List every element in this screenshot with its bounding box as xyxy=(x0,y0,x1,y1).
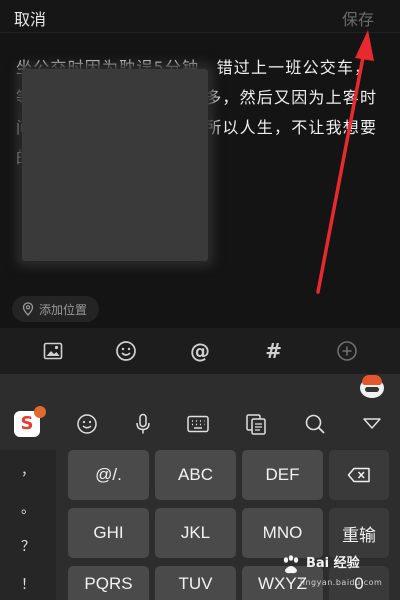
key-pqrs[interactable]: PQRS xyxy=(68,566,149,600)
delete-key[interactable] xyxy=(329,450,389,500)
image-icon[interactable] xyxy=(41,339,65,363)
top-bar: 取消 保存 xyxy=(0,0,400,32)
emoji-icon[interactable] xyxy=(114,339,138,363)
backspace-icon xyxy=(347,467,370,483)
save-button[interactable]: 保存 xyxy=(342,6,374,30)
watermark-url: jingyan.baidu.com xyxy=(300,578,383,587)
hashtag-icon[interactable]: # xyxy=(262,339,286,363)
add-location-label: 添加位置 xyxy=(39,302,88,317)
baidu-paw-icon xyxy=(283,555,299,574)
kb-emoji-icon[interactable] xyxy=(76,413,98,435)
mention-icon[interactable]: @ xyxy=(188,339,212,363)
key-tuv[interactable]: TUV xyxy=(155,566,236,600)
punctuation-column: ， 。 ？ ！ xyxy=(0,450,56,600)
add-location-button[interactable]: 添加位置 xyxy=(12,296,100,322)
watermark-text: Bai 经验 xyxy=(306,556,360,571)
location-pin-icon xyxy=(22,302,34,316)
punct-question[interactable]: ？ xyxy=(0,536,56,556)
key-jkl[interactable]: JKL xyxy=(155,508,236,558)
collapse-keyboard-icon[interactable] xyxy=(362,417,382,431)
keyboard-top-area: S xyxy=(0,374,400,444)
sogou-logo-icon[interactable]: S xyxy=(14,406,46,437)
sogou-logo-letter: S xyxy=(20,413,34,434)
mention-glyph: @ xyxy=(189,339,210,363)
sogou-mascot-icon[interactable] xyxy=(360,375,384,398)
keyboard-toolbar: S xyxy=(0,406,400,442)
microphone-icon[interactable] xyxy=(135,413,151,435)
post-toolbar: @ # xyxy=(0,328,400,374)
punct-comma[interactable]: ， xyxy=(0,460,56,480)
clipboard-icon[interactable] xyxy=(245,413,267,435)
hashtag-glyph: # xyxy=(265,339,282,363)
add-icon[interactable] xyxy=(335,339,359,363)
cancel-button[interactable]: 取消 xyxy=(14,6,46,30)
punct-period[interactable]: 。 xyxy=(0,498,56,518)
key-ghi[interactable]: GHI xyxy=(68,508,149,558)
key-def[interactable]: DEF xyxy=(242,450,323,500)
post-editor[interactable]: 坐公交时因为耽误5分钟，错过上一班公交车，等来一班，发现车上人很多，然后又因为上… xyxy=(0,32,400,328)
punct-exclaim[interactable]: ！ xyxy=(0,574,56,594)
blurred-region xyxy=(22,69,208,261)
search-icon[interactable] xyxy=(304,413,326,435)
key-symbols[interactable]: @/. xyxy=(68,450,149,500)
key-abc[interactable]: ABC xyxy=(155,450,236,500)
keyboard-layout-icon[interactable] xyxy=(187,415,209,433)
